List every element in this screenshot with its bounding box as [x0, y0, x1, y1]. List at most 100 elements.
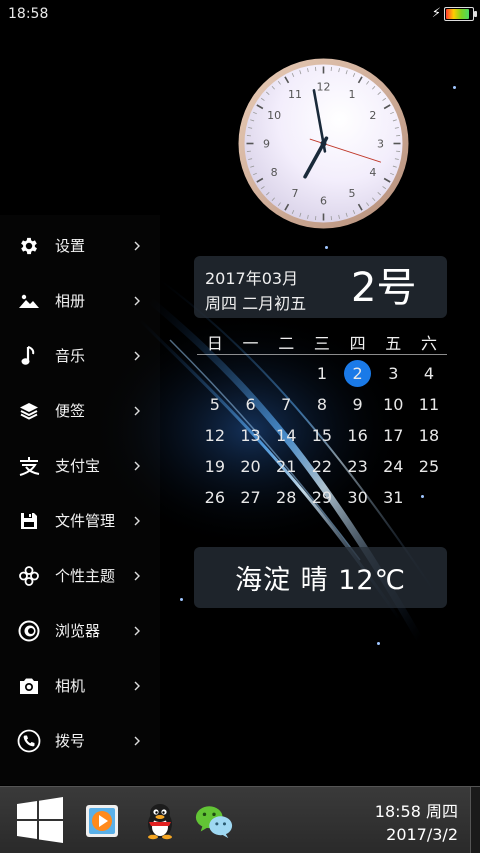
- calendar-day[interactable]: 1: [304, 364, 340, 383]
- wechat-icon[interactable]: [194, 801, 234, 841]
- menu-item-browser[interactable]: 浏览器: [0, 603, 160, 658]
- taskbar-time: 18:58 周四: [374, 802, 458, 821]
- chevron-right-icon: [134, 351, 140, 360]
- show-desktop-button[interactable]: [470, 787, 480, 853]
- weekday-label: 三: [313, 334, 330, 353]
- layers-icon: [17, 399, 41, 423]
- menu-item-label: 相机: [55, 677, 86, 695]
- date-card[interactable]: 2017年03月 周四 二月初五 2号: [194, 256, 447, 318]
- battery-indicator: ⚡: [431, 6, 477, 21]
- menu-item-label: 音乐: [55, 347, 86, 365]
- app-menu: 设置 相册 音乐 便签 支付宝 文件管理 个性主题 浏览器 相机 拨号: [0, 218, 160, 768]
- music-note-icon: [17, 344, 41, 368]
- calendar-day[interactable]: 4: [411, 364, 447, 383]
- calendar-day[interactable]: 14: [268, 426, 304, 445]
- menu-item-notes[interactable]: 便签: [0, 383, 160, 438]
- clock-numeral: 3: [377, 138, 384, 151]
- calendar-day[interactable]: 5: [197, 395, 233, 414]
- menu-item-label: 相册: [55, 292, 86, 310]
- calendar-day[interactable]: 18: [411, 426, 447, 445]
- calendar-day[interactable]: 30: [340, 488, 376, 507]
- weekday-label: 六: [420, 334, 437, 353]
- calendar-day[interactable]: 19: [197, 457, 233, 476]
- menu-item-camera[interactable]: 相机: [0, 658, 160, 713]
- calendar-day[interactable]: 23: [340, 457, 376, 476]
- clock-numeral: 9: [263, 138, 270, 151]
- calendar-day[interactable]: 27: [233, 488, 269, 507]
- calendar-day[interactable]: 16: [340, 426, 376, 445]
- weekday-label: 一: [242, 334, 259, 353]
- browser-icon: [17, 619, 41, 643]
- calendar-day[interactable]: 20: [233, 457, 269, 476]
- calendar-day[interactable]: 26: [197, 488, 233, 507]
- menu-item-label: 设置: [55, 237, 86, 255]
- clock-numeral: 6: [320, 195, 327, 208]
- calendar-day[interactable]: 7: [268, 395, 304, 414]
- analog-clock[interactable]: 12 12 3 45 6 7 8 9 10 11: [237, 57, 410, 230]
- calendar-week-row: 26 27 28 29 30 31: [197, 482, 447, 513]
- chevron-right-icon: [134, 681, 140, 690]
- clock-center-pin: [320, 140, 327, 147]
- landscape-icon: [17, 289, 41, 313]
- calendar-week-row: 12 13 14 15 16 17 18: [197, 420, 447, 451]
- chevron-right-icon: [134, 626, 140, 635]
- calendar-day[interactable]: 22: [304, 457, 340, 476]
- clock-numeral: 2: [369, 109, 376, 122]
- calendar-day[interactable]: 31: [375, 488, 411, 507]
- calendar-day[interactable]: 29: [304, 488, 340, 507]
- menu-item-alipay[interactable]: 支付宝: [0, 438, 160, 493]
- menu-item-themes[interactable]: 个性主题: [0, 548, 160, 603]
- star-dot: [453, 86, 456, 89]
- star-dot: [377, 642, 380, 645]
- calendar-day[interactable]: 11: [411, 395, 447, 414]
- charging-bolt-icon: ⚡: [431, 6, 441, 21]
- chevron-right-icon: [134, 736, 140, 745]
- taskbar: 18:58 周四 2017/3/2: [0, 786, 480, 853]
- phone-icon: [17, 729, 41, 753]
- status-time: 18:58: [8, 6, 49, 22]
- calendar-days: 1 2 3 4 5 6 7 8 9 10 11 12 13 14 15 16 17 18 19 20 21 22 23 24 2…: [197, 355, 447, 513]
- calendar-day[interactable]: 15: [304, 426, 340, 445]
- star-dot: [325, 246, 328, 249]
- calendar-day[interactable]: 6: [233, 395, 269, 414]
- battery-icon: [444, 6, 477, 21]
- battery-fill: [446, 8, 470, 19]
- menu-item-label: 个性主题: [55, 567, 116, 585]
- clock-numeral: 12: [317, 81, 331, 94]
- gear-icon: [17, 234, 41, 258]
- qq-penguin-icon[interactable]: [140, 801, 180, 841]
- clock-numeral: 8: [271, 166, 278, 179]
- calendar-day[interactable]: 21: [268, 457, 304, 476]
- calendar-day[interactable]: 25: [411, 457, 447, 476]
- menu-item-dialer[interactable]: 拨号: [0, 713, 160, 768]
- chevron-right-icon: [134, 461, 140, 470]
- menu-item-music[interactable]: 音乐: [0, 328, 160, 383]
- calendar-weekday-header: 日 一 二 三 四 五 六: [197, 330, 447, 355]
- menu-item-file-manager[interactable]: 文件管理: [0, 493, 160, 548]
- calendar-day[interactable]: 3: [375, 364, 411, 383]
- calendar-day[interactable]: 8: [304, 395, 340, 414]
- weather-widget[interactable]: 海淀 晴 12℃: [194, 547, 447, 608]
- menu-item-label: 浏览器: [55, 622, 101, 640]
- calendar-day-today[interactable]: 2: [340, 360, 376, 387]
- calendar-day[interactable]: 13: [233, 426, 269, 445]
- weekday-lunar-label: 周四 二月初五: [205, 294, 307, 313]
- calendar-day[interactable]: 12: [197, 426, 233, 445]
- windows-start-icon[interactable]: [16, 797, 64, 845]
- calendar-day[interactable]: 24: [375, 457, 411, 476]
- weekday-label: 二: [278, 334, 295, 353]
- month-calendar: 日 一 二 三 四 五 六 1 2 3 4 5 6 7 8 9 10 11 12 13 14 15 16 17 1…: [197, 330, 447, 513]
- status-bar: 18:58 ⚡: [0, 0, 480, 28]
- calendar-week-row: 19 20 21 22 23 24 25: [197, 451, 447, 482]
- calendar-day[interactable]: 17: [375, 426, 411, 445]
- video-player-icon[interactable]: [82, 801, 122, 841]
- calendar-day[interactable]: 10: [375, 395, 411, 414]
- calendar-day[interactable]: 9: [340, 395, 376, 414]
- weekday-label: 五: [385, 334, 402, 353]
- menu-item-gallery[interactable]: 相册: [0, 273, 160, 328]
- menu-item-settings[interactable]: 设置: [0, 218, 160, 273]
- weekday-label: 日: [206, 334, 223, 353]
- calendar-day[interactable]: 28: [268, 488, 304, 507]
- weather-text: 海淀 晴 12℃: [235, 565, 406, 596]
- chevron-right-icon: [134, 571, 140, 580]
